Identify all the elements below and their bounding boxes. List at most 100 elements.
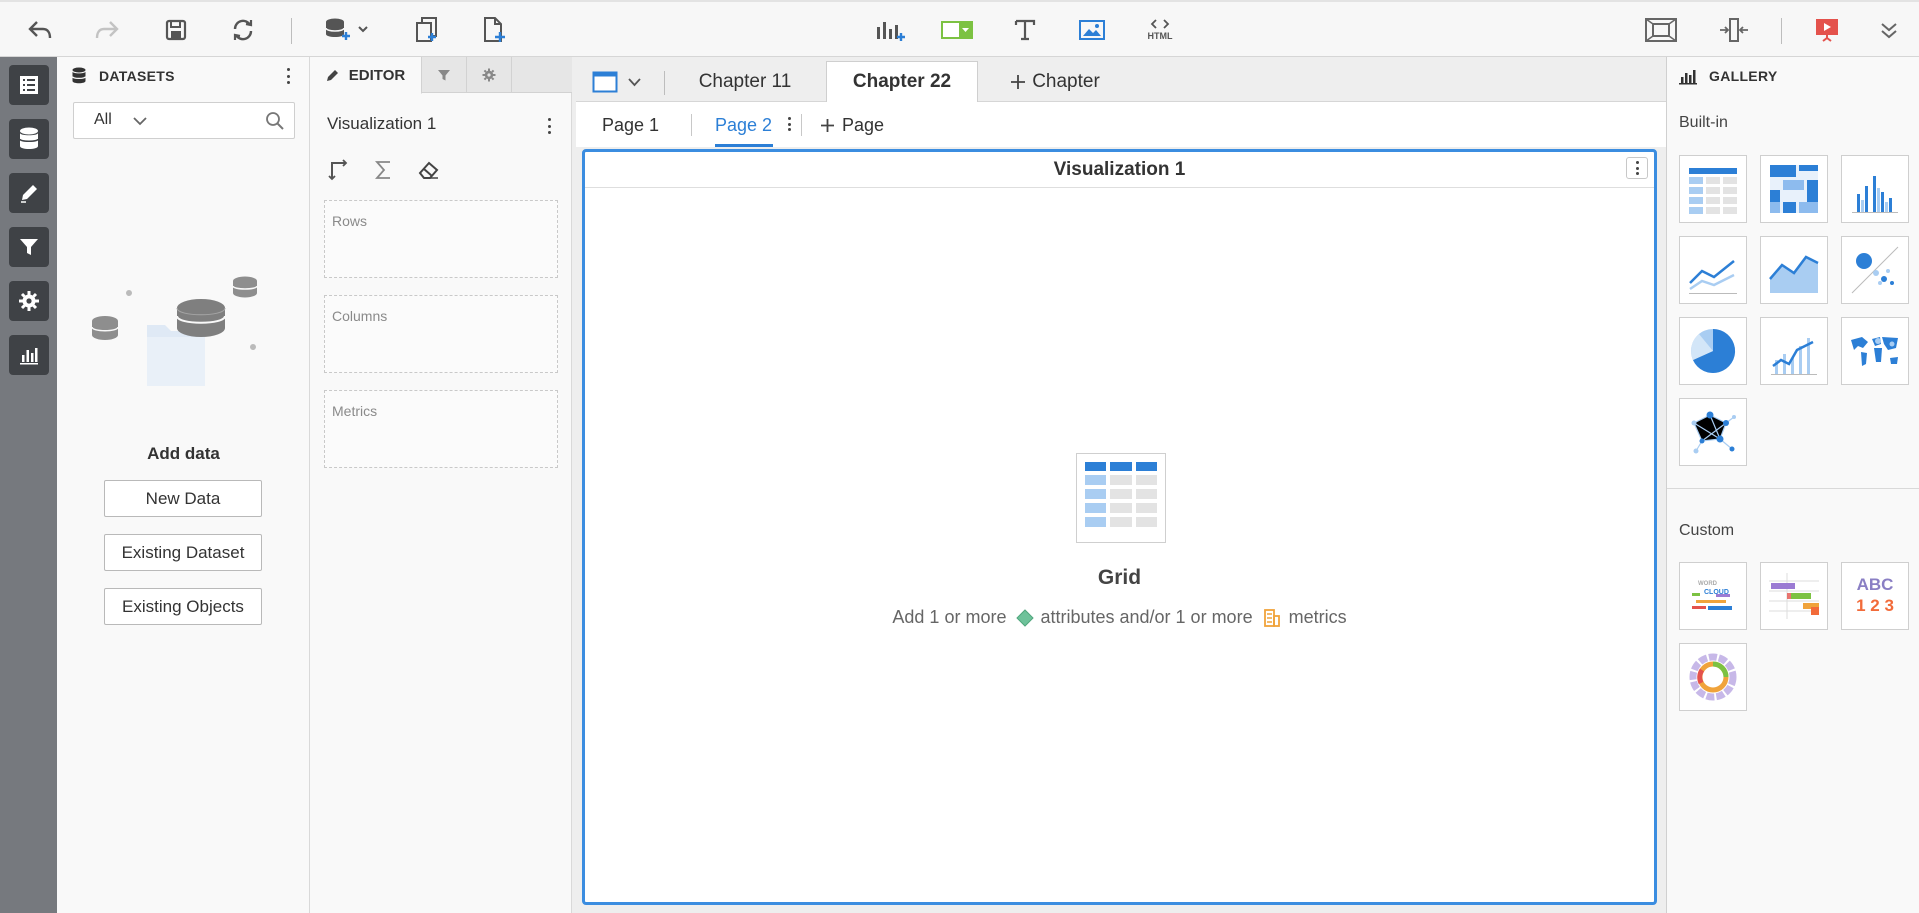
table-of-contents-icon[interactable] [9,65,49,105]
fit-screen-icon[interactable] [1645,14,1677,46]
gallery-pie-chart[interactable] [1679,317,1747,385]
gallery-bubble-chart[interactable] [1841,236,1909,304]
refresh-icon[interactable] [227,14,259,46]
html-icon[interactable]: HTML [1143,14,1177,46]
new-data-button[interactable]: New Data [104,480,262,517]
add-page-button[interactable]: Page [820,102,884,148]
kpi-text-bottom: 1 2 3 [1856,596,1894,615]
resize-icon[interactable] [1718,14,1750,46]
columns-label: Columns [332,308,388,324]
datasets-filter[interactable]: All [73,102,295,139]
editor-tabs: EDITOR [310,57,572,94]
redo-icon[interactable] [91,14,123,46]
builtin-label: Built-in [1679,114,1728,131]
editor-icon[interactable] [9,173,49,213]
format-icon[interactable] [9,281,49,321]
image-icon[interactable] [1076,14,1108,46]
gallery-bar-chart[interactable] [1841,155,1909,223]
add-data-title: Add data [147,444,220,463]
tab-page-1[interactable]: Page 1 [602,102,659,148]
existing-dataset-button[interactable]: Existing Dataset [104,534,262,571]
add-chapter-label: Chapter [1032,71,1100,92]
filter-widget-icon[interactable] [941,14,973,46]
word-cloud-text-1: WORD [1698,581,1717,587]
filter-value: All [94,111,112,128]
search-icon[interactable] [265,111,285,131]
plus-icon [821,118,834,132]
new-page-icon[interactable] [478,14,510,46]
save-icon[interactable] [160,14,192,46]
active-page-indicator [715,144,773,147]
add-data-icon[interactable] [322,14,370,46]
metrics-label: Metrics [332,403,378,419]
visualization-menu-button[interactable] [1626,157,1648,179]
chevron-down-icon [628,77,641,86]
swap-axes-icon[interactable] [328,159,350,181]
rows-dropzone[interactable]: Rows [324,200,558,278]
gallery-panel: GALLERY Built-in Custom WORD CLOUD ABC 1… [1666,57,1919,913]
visualization-menu-icon[interactable] [544,116,554,136]
datasets-menu-icon[interactable] [283,66,293,86]
existing-objects-button[interactable]: Existing Objects [104,588,262,625]
filter-icon [438,70,450,81]
add-chapter-button[interactable]: Chapter [990,63,1120,101]
present-icon[interactable] [1811,14,1843,46]
gallery-area-chart[interactable] [1760,236,1828,304]
tab-chapter-11[interactable]: Chapter 11 [680,63,810,101]
chevron-down-icon[interactable] [133,117,147,126]
word-bar [1708,606,1732,610]
visualization-container[interactable]: Visualization 1 Grid Add 1 or more attri… [582,149,1657,905]
columns-dropzone[interactable]: Columns [324,295,558,373]
gallery-kpi[interactable]: ABC 1 2 3 [1841,562,1909,630]
toolbar-divider [1781,18,1782,44]
page-menu-icon[interactable] [784,115,794,133]
visualization-name[interactable]: Visualization 1 [327,114,436,134]
gallery-map[interactable] [1841,317,1909,385]
metrics-dropzone[interactable]: Metrics [324,390,558,468]
gallery-combo-chart[interactable] [1760,317,1828,385]
tab-editor-label: EDITOR [348,66,406,84]
gallery-line-chart[interactable] [1679,236,1747,304]
undo-icon[interactable] [24,14,56,46]
insert-visualization-icon[interactable] [874,14,906,46]
datasets-header-icon [71,67,87,84]
layout-selector[interactable] [592,69,648,95]
duplicate-icon[interactable] [411,14,443,46]
sum-icon[interactable] [375,160,393,180]
plus-icon [1011,75,1026,89]
top-toolbar: HTML [0,0,1919,57]
more-icon[interactable] [1873,14,1905,46]
tab-editor[interactable]: EDITOR [310,57,422,94]
datasets-title: DATASETS [99,68,175,84]
gallery-word-cloud[interactable]: WORD CLOUD [1679,562,1747,630]
custom-label: Custom [1679,522,1735,539]
eraser-icon[interactable] [418,160,440,180]
tab-format[interactable] [467,57,512,93]
placeholder-title: Grid [1097,566,1142,589]
gallery-header-icon [1679,70,1697,85]
gallery-icon[interactable] [9,335,49,375]
filter-icon[interactable] [9,227,49,267]
word-bar [1692,606,1706,609]
tab-chapter-22[interactable]: Chapter 22 [826,61,978,102]
layout-icon [592,71,618,93]
gallery-grid[interactable] [1679,155,1747,223]
text-icon[interactable] [1009,14,1041,46]
hint-metrics: metrics [1288,607,1347,627]
rows-label: Rows [332,213,368,229]
kpi-text-top: ABC [1856,575,1894,594]
datasets-icon[interactable] [9,119,49,159]
kebab-icon [1632,161,1642,175]
gallery-heat-map[interactable] [1760,155,1828,223]
tab-filter[interactable] [422,57,467,93]
gallery-gantt[interactable] [1760,562,1828,630]
canvas-area: Chapter 11 Chapter 22 Chapter Page 1 Pag… [572,57,1666,913]
gallery-network[interactable] [1679,398,1747,466]
editor-panel: EDITOR Visualization 1 Rows Columns Metr… [310,57,572,913]
left-rail [0,57,57,913]
word-bar [1692,593,1700,596]
tab-page-2[interactable]: Page 2 [715,102,772,148]
gallery-sunburst[interactable] [1679,643,1747,711]
hint-attributes: attributes and/or 1 or more [1040,607,1253,627]
chapter-divider [664,71,665,95]
